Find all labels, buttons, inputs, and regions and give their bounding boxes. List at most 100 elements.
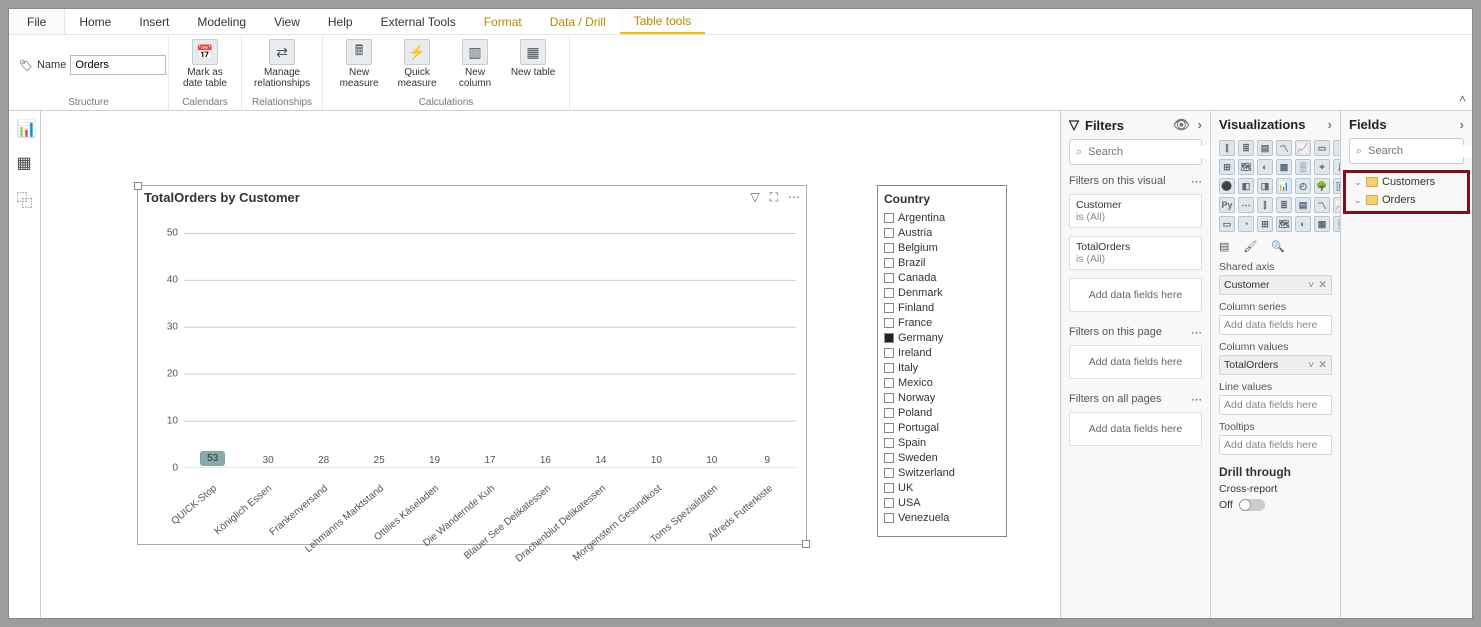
remove-icon[interactable]: ✕ — [1318, 279, 1327, 291]
viz-type-icon[interactable]: ⋯ — [1238, 197, 1254, 213]
slicer-item[interactable]: Brazil — [884, 255, 1000, 270]
slicer-item[interactable]: Portugal — [884, 420, 1000, 435]
field-table-row[interactable]: ⌄Customers — [1346, 173, 1467, 191]
country-slicer[interactable]: Country ArgentinaAustriaBelgiumBrazilCan… — [877, 185, 1007, 537]
viz-type-icon[interactable]: ⊞ — [1219, 159, 1235, 175]
checkbox-icon[interactable] — [884, 408, 894, 418]
new-table-button[interactable]: ▦New table — [507, 39, 559, 78]
viz-type-icon[interactable]: ◴ — [1295, 178, 1311, 194]
slicer-item[interactable]: USA — [884, 495, 1000, 510]
slicer-item[interactable]: Mexico — [884, 375, 1000, 390]
checkbox-icon[interactable] — [884, 288, 894, 298]
more-icon[interactable]: ⋯ — [1191, 326, 1202, 339]
viz-type-icon[interactable]: ⫿ — [1219, 140, 1235, 156]
tab-insert[interactable]: Insert — [125, 9, 183, 34]
filters-all-dropwell[interactable]: Add data fields here — [1069, 412, 1202, 446]
format-tab-icon[interactable]: 🖌 — [1243, 240, 1257, 253]
tab-help[interactable]: Help — [314, 9, 367, 34]
chevron-down-icon[interactable]: ⌄ — [1354, 177, 1362, 188]
checkbox-icon[interactable] — [884, 483, 894, 493]
focus-mode-icon[interactable]: ⛶ — [770, 190, 778, 205]
checkbox-icon[interactable] — [884, 468, 894, 478]
viz-type-icon[interactable]: ▤ — [1257, 140, 1273, 156]
filter-card-totalorders[interactable]: TotalOrders is (All) — [1069, 236, 1202, 270]
slicer-item[interactable]: Venezuela — [884, 510, 1000, 525]
tab-view[interactable]: View — [260, 9, 314, 34]
more-options-icon[interactable]: ⋯ — [788, 190, 800, 205]
fields-search-input[interactable] — [1368, 145, 1472, 157]
tab-table-tools[interactable]: Table tools — [620, 9, 705, 34]
more-icon[interactable]: ⋯ — [1191, 175, 1202, 188]
viz-type-icon[interactable]: 🗺 — [1276, 216, 1292, 232]
viz-type-icon[interactable]: ⊞ — [1257, 216, 1273, 232]
slicer-item[interactable]: Poland — [884, 405, 1000, 420]
field-table-row[interactable]: ⌄Orders — [1346, 191, 1467, 209]
checkbox-icon[interactable] — [884, 303, 894, 313]
table-name-input[interactable] — [70, 55, 166, 75]
slicer-item[interactable]: Finland — [884, 300, 1000, 315]
bar-chart-visual[interactable]: TotalOrders by Customer ▽ ⛶ ⋯ 5330282519… — [137, 185, 807, 545]
viz-type-icon[interactable]: ◐ — [1257, 159, 1273, 175]
checkbox-icon[interactable] — [884, 243, 894, 253]
analytics-tab-icon[interactable]: 🔍 — [1271, 240, 1285, 253]
checkbox-icon[interactable] — [884, 498, 894, 508]
viz-type-icon[interactable]: 🗺 — [1238, 159, 1254, 175]
fields-search[interactable]: ⌕ — [1349, 138, 1464, 164]
checkbox-icon[interactable] — [884, 393, 894, 403]
slicer-item[interactable]: France — [884, 315, 1000, 330]
report-canvas[interactable]: TotalOrders by Customer ▽ ⛶ ⋯ 5330282519… — [41, 111, 1060, 618]
manage-relationships-button[interactable]: ⇄ Manage relationships — [256, 39, 308, 89]
viz-type-icon[interactable]: ◧ — [1238, 178, 1254, 194]
filters-page-dropwell[interactable]: Add data fields here — [1069, 345, 1202, 379]
expand-viz-icon[interactable]: › — [1328, 117, 1332, 132]
viz-type-icon[interactable]: ▤ — [1295, 197, 1311, 213]
viz-type-icon[interactable]: ◔ — [1238, 216, 1254, 232]
viz-type-icon[interactable]: ◨ — [1257, 178, 1273, 194]
column-series-well[interactable]: Add data fields here — [1219, 315, 1332, 335]
remove-icon[interactable]: ✕ — [1318, 359, 1327, 371]
viz-type-icon[interactable]: ▦ — [1314, 216, 1330, 232]
tab-home[interactable]: Home — [65, 9, 125, 34]
line-values-well[interactable]: Add data fields here — [1219, 395, 1332, 415]
viz-type-icon[interactable]: ≣ — [1276, 197, 1292, 213]
more-icon[interactable]: ⋯ — [1191, 393, 1202, 406]
quick-measure-button[interactable]: ⚡Quick measure — [391, 39, 443, 89]
chevron-down-icon[interactable]: ⌄ — [1354, 195, 1362, 206]
cross-report-toggle[interactable] — [1239, 499, 1265, 511]
slicer-item[interactable]: Spain — [884, 435, 1000, 450]
mark-as-date-table-button[interactable]: 📅 Mark as date table — [179, 39, 231, 89]
checkbox-icon[interactable] — [884, 213, 894, 223]
shared-axis-well[interactable]: Customer˅✕ — [1219, 275, 1332, 295]
viz-type-icon[interactable]: 〽 — [1276, 140, 1292, 156]
tab-data-drill[interactable]: Data / Drill — [536, 9, 620, 34]
slicer-item[interactable]: Canada — [884, 270, 1000, 285]
tab-external-tools[interactable]: External Tools — [367, 9, 470, 34]
slicer-item[interactable]: Argentina — [884, 210, 1000, 225]
report-view-icon[interactable]: 📊 — [17, 119, 33, 135]
checkbox-icon[interactable] — [884, 333, 894, 343]
expand-filters-icon[interactable]: › — [1198, 117, 1202, 132]
slicer-item[interactable]: Ireland — [884, 345, 1000, 360]
checkbox-icon[interactable] — [884, 513, 894, 523]
collapse-ribbon-icon[interactable]: ˄ — [1459, 92, 1466, 106]
checkbox-icon[interactable] — [884, 228, 894, 238]
viz-type-icon[interactable]: 📈 — [1295, 140, 1311, 156]
slicer-item[interactable]: Sweden — [884, 450, 1000, 465]
slicer-item[interactable]: Switzerland — [884, 465, 1000, 480]
model-view-icon[interactable]: ⿻ — [17, 187, 33, 203]
checkbox-icon[interactable] — [884, 453, 894, 463]
viz-type-icon[interactable]: 〽 — [1314, 197, 1330, 213]
slicer-item[interactable]: Germany — [884, 330, 1000, 345]
slicer-item[interactable]: Belgium — [884, 240, 1000, 255]
data-view-icon[interactable]: ▦ — [17, 153, 33, 169]
tab-modeling[interactable]: Modeling — [183, 9, 260, 34]
filters-search[interactable]: ⌕ — [1069, 139, 1202, 165]
viz-type-icon[interactable]: ▭ — [1314, 140, 1330, 156]
viz-type-icon[interactable]: ◐ — [1295, 216, 1311, 232]
viz-type-icon[interactable]: ▒ — [1295, 159, 1311, 175]
checkbox-icon[interactable] — [884, 348, 894, 358]
checkbox-icon[interactable] — [884, 273, 894, 283]
viz-type-icon[interactable]: 🌳 — [1314, 178, 1330, 194]
expand-fields-icon[interactable]: › — [1460, 117, 1464, 132]
slicer-item[interactable]: Italy — [884, 360, 1000, 375]
